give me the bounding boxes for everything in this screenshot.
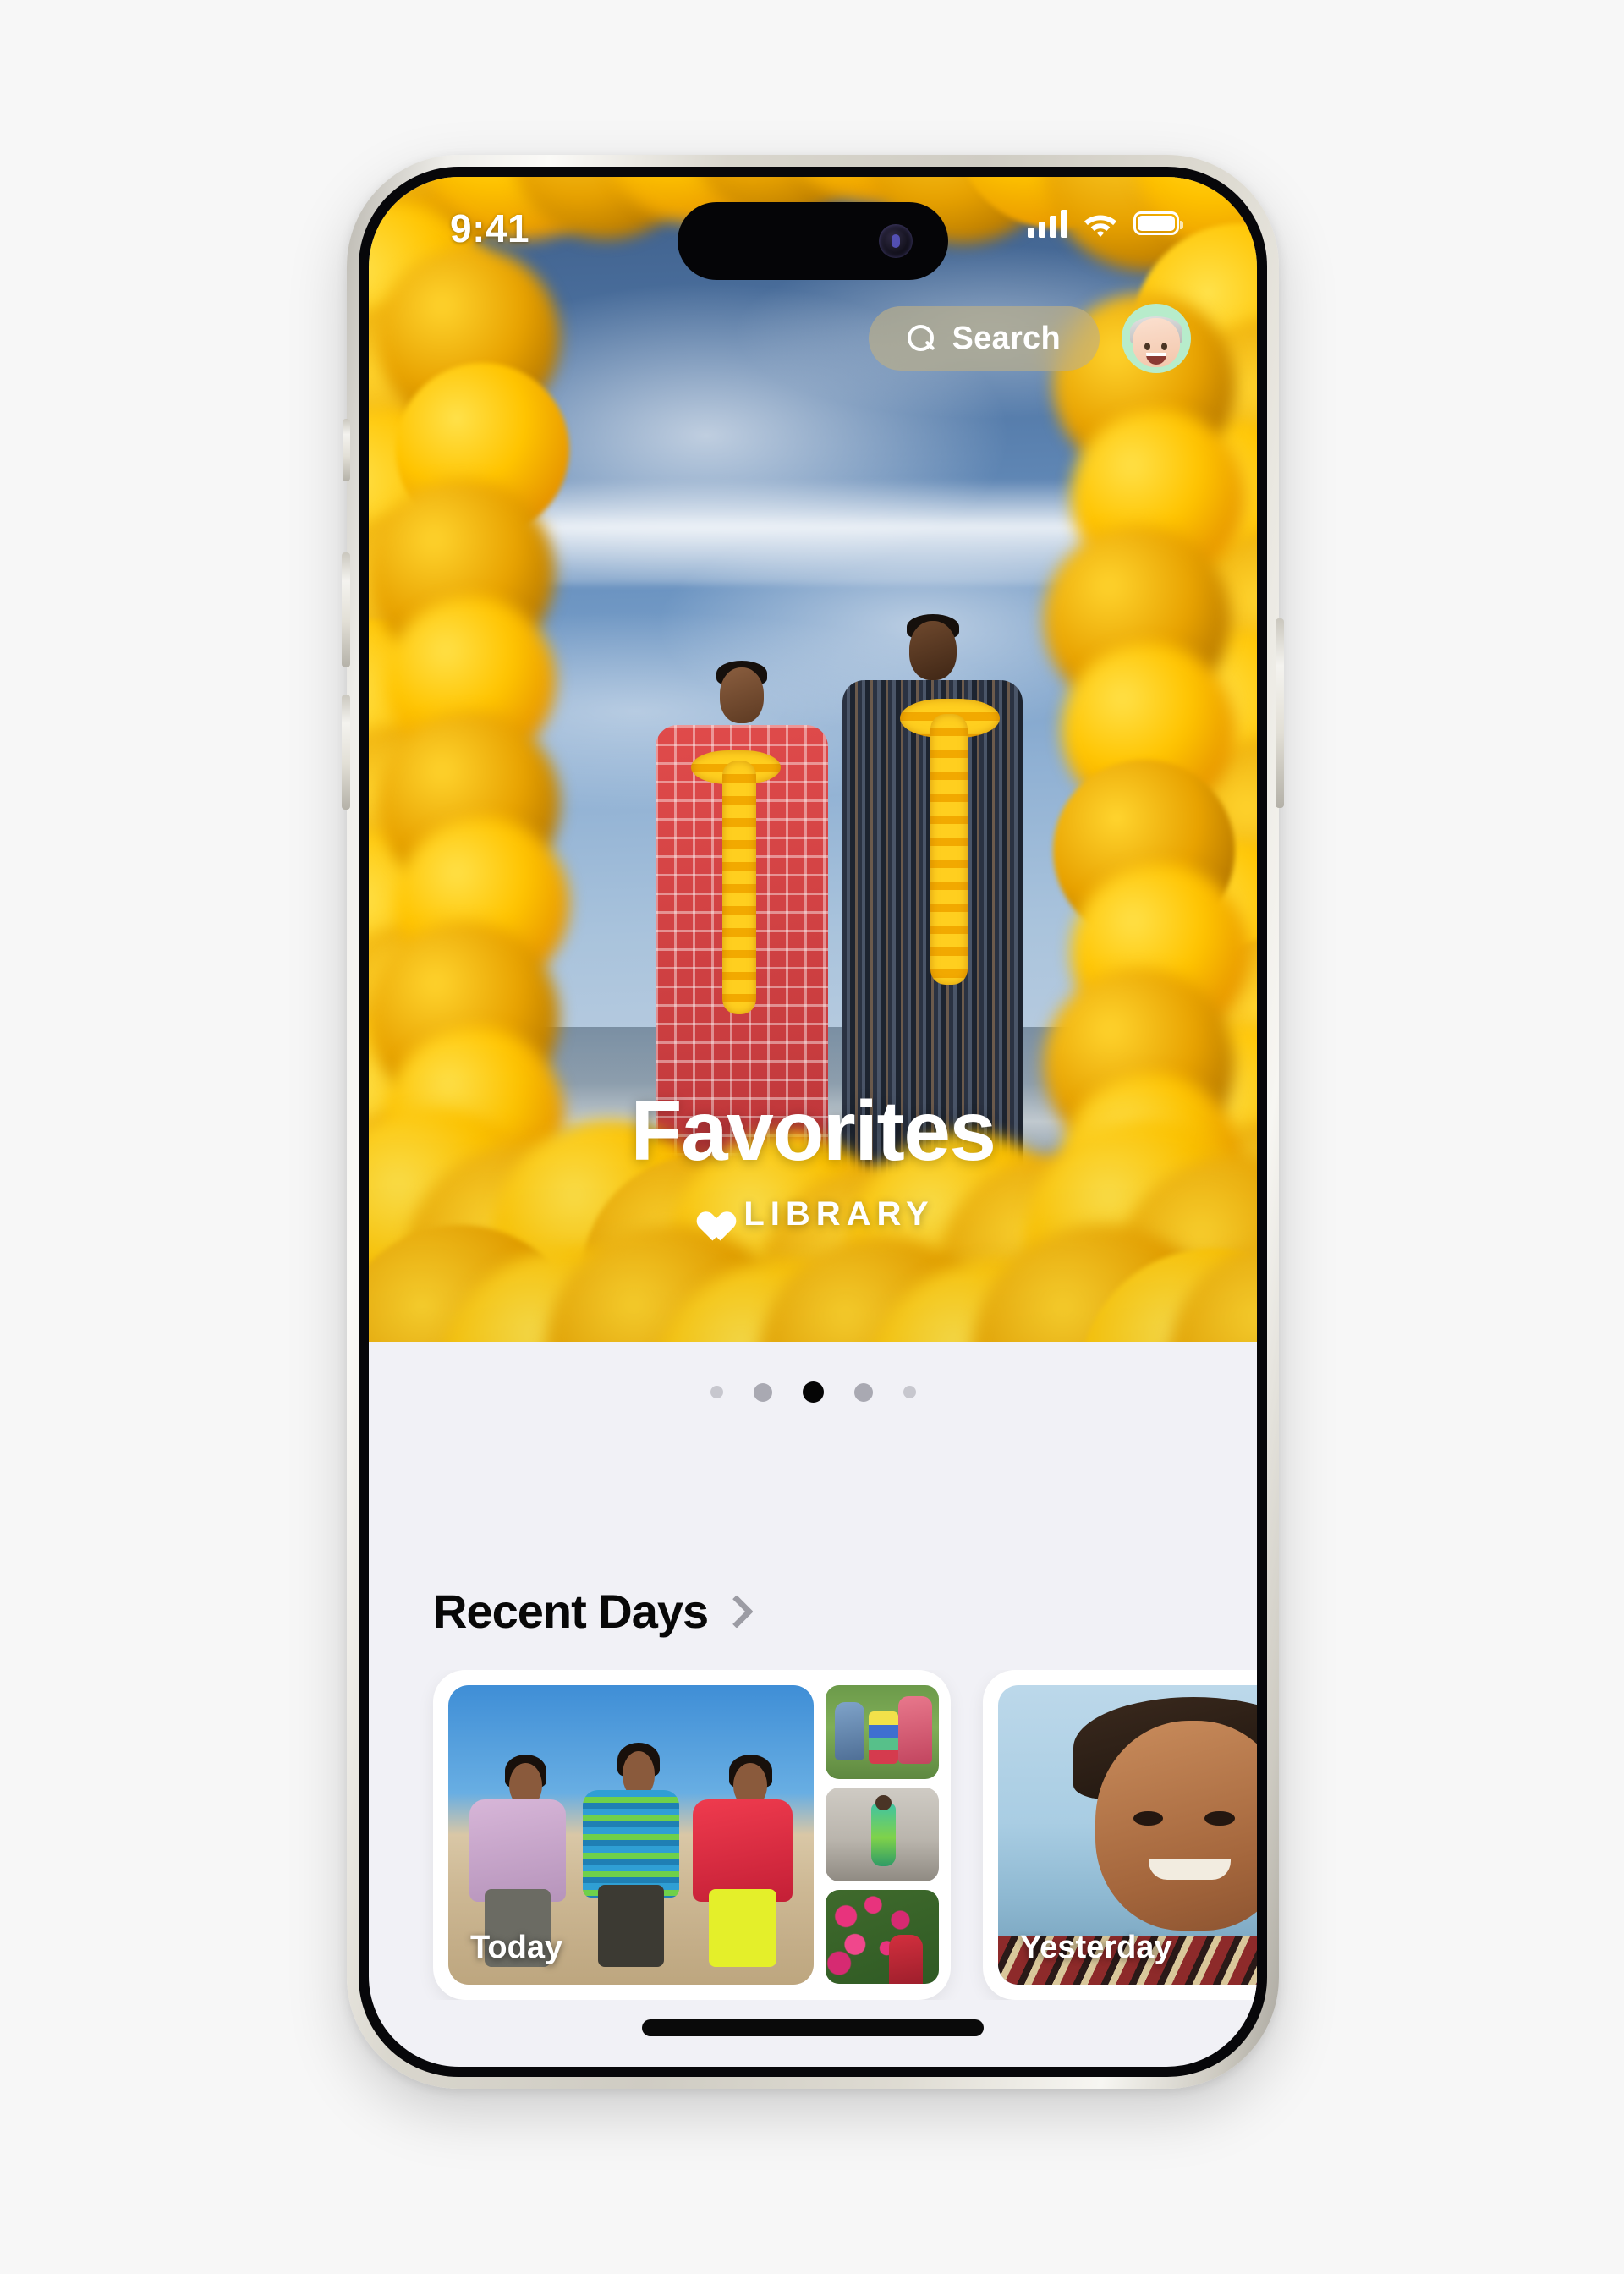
cellular-signal-icon (1028, 209, 1067, 238)
search-button[interactable]: Search (869, 306, 1100, 371)
clothing (469, 1799, 567, 1902)
thumbnail-photo[interactable] (826, 1685, 939, 1779)
avatar[interactable] (1122, 304, 1191, 373)
home-indicator[interactable] (642, 2019, 984, 2036)
hero-surf (369, 480, 1257, 585)
battery-full-icon (1133, 211, 1183, 235)
page-title: Favorites (630, 1084, 996, 1178)
phone-screen: Favorites LIBRARY 9:41 Search Recent Day… (369, 177, 1257, 2067)
power-button[interactable] (1276, 618, 1284, 808)
page-dot-2[interactable] (753, 1382, 772, 1402)
search-icon (908, 325, 935, 352)
photos-app: Favorites LIBRARY 9:41 Search Recent Day… (369, 177, 1257, 2067)
head (720, 667, 764, 724)
page-dot-4[interactable] (853, 1382, 873, 1402)
section-title: Recent Days (433, 1585, 709, 1638)
chevron-right-icon (723, 1596, 742, 1628)
dynamic-island[interactable] (678, 202, 948, 280)
page-dot-5[interactable] (903, 1386, 916, 1398)
section-header-recent-days[interactable]: Recent Days (369, 1584, 742, 1639)
head (908, 620, 957, 680)
page-dot-1[interactable] (710, 1386, 723, 1398)
page-dot-3-active[interactable] (802, 1381, 824, 1403)
person-figure (576, 1742, 686, 1967)
avatar-eye-right (1161, 343, 1167, 350)
legs (708, 1889, 776, 1967)
front-camera-icon (879, 224, 913, 258)
day-card-yesterday[interactable]: Yesterday (983, 1670, 1257, 2000)
carousel-page-dots[interactable] (369, 1381, 1257, 1403)
avatar-eye-left (1144, 343, 1150, 350)
legs (598, 1884, 664, 1967)
action-button[interactable] (343, 419, 350, 481)
hero-subtitle-row: LIBRARY (369, 1195, 1257, 1233)
hero-title-block: Favorites LIBRARY (369, 1089, 1257, 1233)
day-card-thumbnails (826, 1685, 939, 1985)
hero-subtitle: LIBRARY (743, 1195, 935, 1233)
top-controls: Search (869, 304, 1191, 373)
search-button-label: Search (952, 320, 1061, 356)
day-card-today[interactable]: Today (433, 1670, 951, 2000)
wifi-icon (1083, 210, 1118, 237)
day-card-main-photo: Today (448, 1685, 814, 1985)
status-time: 9:41 (450, 206, 530, 250)
clothing (692, 1799, 793, 1902)
status-icons (1028, 209, 1183, 238)
marigold-garland (721, 761, 756, 1015)
phone-frame: Favorites LIBRARY 9:41 Search Recent Day… (342, 155, 1284, 2089)
marigold-garland (930, 713, 968, 985)
day-card-label: Today (470, 1930, 563, 1965)
smile (1148, 1859, 1232, 1881)
day-card-main-photo: Yesterday (998, 1685, 1257, 1985)
phone-bezel: Favorites LIBRARY 9:41 Search Recent Day… (359, 167, 1267, 2077)
volume-up-button[interactable] (342, 552, 350, 667)
thumbnail-photo[interactable] (826, 1788, 939, 1881)
volume-down-button[interactable] (342, 695, 350, 810)
eye-right (1204, 1810, 1235, 1826)
clothing (582, 1789, 680, 1898)
thumbnail-photo[interactable] (826, 1890, 939, 1984)
person-figure (686, 1755, 799, 1967)
recent-days-row[interactable]: Today Yesterday (369, 1670, 1257, 2000)
day-card-label: Yesterday (1020, 1930, 1172, 1965)
face (1095, 1721, 1257, 1931)
heart-filled-icon (691, 1200, 725, 1230)
status-bar: 9:41 (369, 177, 1257, 280)
